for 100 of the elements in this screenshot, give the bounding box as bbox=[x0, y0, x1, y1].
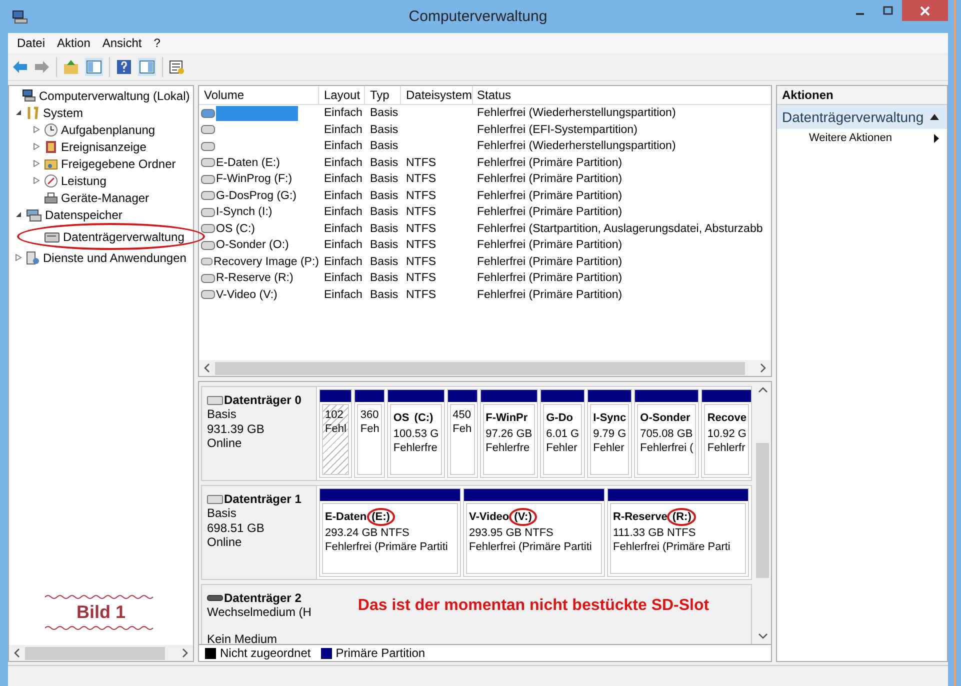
partition-header-bar bbox=[702, 390, 752, 402]
menu-item[interactable]: Datei bbox=[12, 36, 50, 50]
properties-icon[interactable] bbox=[169, 58, 185, 74]
table-cell-text: Basis bbox=[369, 106, 400, 122]
table-cell-text: Fehlerfrei (Startpartition, Auslagerungsdatei, Absturzabb bbox=[476, 222, 764, 237]
log-icon bbox=[44, 140, 58, 154]
tree-item[interactable]: Freigegebene Ordner bbox=[31, 155, 176, 172]
expand-icon[interactable] bbox=[32, 177, 40, 184]
partition-size: 360 bbox=[360, 408, 380, 422]
table-cell-text: NTFS bbox=[405, 288, 438, 303]
tree-item[interactable]: Computerverwaltung (Lokal) bbox=[9, 87, 193, 104]
close-button[interactable] bbox=[902, 0, 948, 21]
partition-block[interactable]: I-Sync 9.79 G Fehler bbox=[587, 389, 632, 478]
table-cell: I-Synch (I:) bbox=[216, 206, 272, 218]
column-header[interactable]: Layout bbox=[319, 86, 365, 104]
tree-view-icon[interactable] bbox=[85, 58, 103, 76]
table-cell-text: NTFS bbox=[405, 156, 438, 171]
partition-header-bar bbox=[448, 390, 477, 402]
drive-letter: (V:) bbox=[514, 510, 532, 522]
collapse-icon[interactable] bbox=[14, 211, 22, 218]
partition-size: 97.26 GB bbox=[486, 427, 532, 441]
expand-icon[interactable] bbox=[14, 254, 22, 261]
partition-status: Fehlerfrei (Primäre Partiti bbox=[325, 540, 449, 554]
table-cell-text: Basis bbox=[369, 205, 400, 220]
table-cell-text: NTFS bbox=[405, 222, 438, 237]
table-cell: Recovery Image (P:) bbox=[214, 256, 319, 268]
column-header[interactable]: Status bbox=[473, 86, 771, 104]
horizontal-scrollbar[interactable] bbox=[199, 360, 771, 376]
table-cell-text: Einfach bbox=[323, 188, 364, 204]
submenu-arrow-icon bbox=[934, 134, 939, 142]
expand-icon[interactable] bbox=[32, 143, 40, 150]
table-cell: O-Sonder (O:) bbox=[216, 239, 289, 252]
partition-block[interactable]: E-Daten (E:) 293.24 GB NTFS Fehlerfrei (Primäre Partiti bbox=[319, 488, 461, 577]
partition-block[interactable]: R-Reserve (R:) 111.33 GB NTFS Fehlerfrei (Primäre Parti bbox=[607, 488, 749, 577]
vertical-scrollbar[interactable] bbox=[754, 382, 771, 644]
partition-status: Fehlerfrei (Primäre Partiti bbox=[469, 540, 593, 554]
table-cell: OS (C:) bbox=[216, 222, 255, 235]
drive-letter: (C:) bbox=[414, 412, 434, 424]
drive-letter: (E:) bbox=[372, 510, 390, 522]
tree-item[interactable]: Datenspeicher bbox=[9, 206, 193, 223]
computer-icon bbox=[22, 89, 36, 102]
column-header[interactable]: Volume bbox=[199, 86, 319, 104]
disk-name: Datenträger 1 bbox=[224, 492, 302, 506]
computer-icon bbox=[12, 10, 28, 24]
annotation-text: Das ist der momentan nicht bestückte SD-Slot bbox=[358, 597, 710, 616]
folder-up-icon[interactable] bbox=[63, 58, 79, 74]
table-cell-text: Basis bbox=[369, 139, 400, 154]
partition-block[interactable]: Recove 10.92 G Fehlerfr bbox=[701, 389, 752, 478]
partition-name: OS bbox=[393, 412, 410, 424]
partition-block[interactable]: 450 Feh bbox=[446, 389, 478, 478]
tree-item[interactable]: Aufgabenplanung bbox=[31, 121, 156, 138]
folder-icon bbox=[44, 156, 58, 170]
partition-block[interactable]: OS (C:) 100.53 G Fehlerfre bbox=[387, 389, 445, 478]
partition-block[interactable]: 102 Fehl bbox=[319, 389, 352, 478]
tree-item[interactable]: Datenträgerverwaltung bbox=[31, 228, 184, 245]
menu-item[interactable]: ? bbox=[148, 36, 166, 50]
window-title: Computerverwaltung bbox=[408, 8, 548, 25]
partition-header-bar bbox=[541, 390, 584, 402]
tree-item[interactable]: Leistung bbox=[31, 172, 106, 189]
partition-size: 100.53 G bbox=[393, 427, 439, 441]
partition-block[interactable]: F-WinPr 97.26 GB Fehlerfre bbox=[480, 389, 538, 478]
scrollbar-thumb[interactable] bbox=[25, 646, 165, 660]
tools-icon bbox=[26, 106, 40, 120]
horizontal-scrollbar[interactable] bbox=[9, 645, 193, 661]
scrollbar-thumb[interactable] bbox=[756, 443, 769, 578]
action-item[interactable]: Weitere Aktionen bbox=[777, 129, 947, 147]
partition-block[interactable]: O-Sonder 705.08 GB Fehlerfrei ( bbox=[634, 389, 700, 478]
disk-info: Kein Medium bbox=[207, 632, 278, 644]
menu-item[interactable]: Ansicht bbox=[97, 36, 147, 50]
tree-item[interactable]: Ereignisanzeige bbox=[31, 138, 146, 155]
actions-section[interactable]: Datenträgerverwaltung bbox=[777, 105, 947, 129]
close-icon bbox=[920, 6, 930, 16]
pane-view-icon[interactable] bbox=[138, 58, 156, 76]
scrollbar-thumb[interactable] bbox=[215, 362, 745, 374]
partition-header-bar bbox=[635, 390, 698, 402]
expand-icon[interactable] bbox=[32, 160, 40, 167]
table-cell-text: Einfach bbox=[323, 205, 364, 220]
column-header[interactable]: Typ bbox=[365, 86, 401, 104]
table-cell-text: Basis bbox=[369, 254, 400, 270]
tree-item[interactable]: System bbox=[9, 104, 193, 121]
tree-item[interactable]: Dienste und Anwendungen bbox=[9, 249, 193, 266]
partition-block[interactable]: V-Video (V:) 293.95 GB NTFS Fehlerfrei (Primäre Partiti bbox=[463, 488, 605, 577]
collapse-icon[interactable] bbox=[930, 114, 939, 120]
minimize-icon bbox=[856, 12, 864, 14]
expand-icon[interactable] bbox=[32, 126, 40, 133]
table-cell-text: Fehlerfrei (Primäre Partition) bbox=[476, 271, 624, 286]
partition-status: Fehlerfr bbox=[707, 441, 746, 455]
forward-icon[interactable] bbox=[34, 60, 50, 74]
clock-icon bbox=[44, 122, 58, 136]
help-icon[interactable] bbox=[116, 58, 132, 74]
column-header[interactable]: Dateisystem bbox=[401, 86, 473, 104]
gauge-icon bbox=[44, 174, 58, 188]
back-icon[interactable] bbox=[12, 60, 28, 74]
drive-letter: (R:) bbox=[672, 510, 692, 522]
partition-size: 9.79 G bbox=[593, 427, 626, 441]
partition-block[interactable]: G-Do 6.01 G Fehler bbox=[540, 389, 586, 478]
partition-block[interactable]: 360 Feh bbox=[354, 389, 386, 478]
collapse-icon[interactable] bbox=[14, 109, 22, 116]
tree-item[interactable]: Geräte-Manager bbox=[31, 189, 150, 206]
menu-item[interactable]: Aktion bbox=[52, 36, 96, 50]
